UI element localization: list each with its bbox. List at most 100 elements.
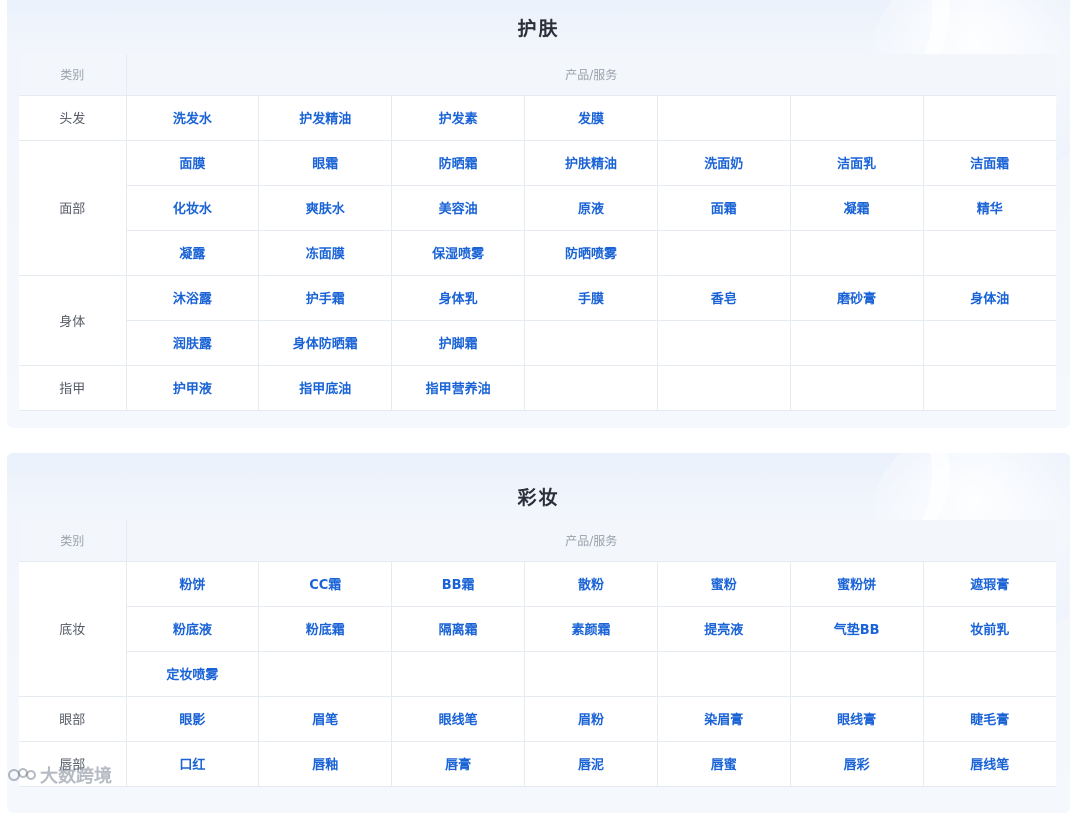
product-link[interactable]: 保湿喷雾 — [391, 229, 526, 276]
product-link[interactable]: 蜜粉饼 — [789, 560, 924, 607]
product-link[interactable]: 气垫BB — [789, 605, 924, 652]
product-link[interactable]: 粉底液 — [126, 605, 260, 652]
product-link[interactable]: 沐浴露 — [125, 274, 260, 321]
table-row: 润肤露 身体防晒霜 护脚霜 — [19, 319, 1056, 366]
table-row: 唇部 口红 唇釉 唇膏 唇泥 唇蜜 唇彩 唇线笔 — [19, 740, 1056, 787]
empty-cell — [656, 319, 791, 366]
product-link[interactable]: 护甲液 — [125, 364, 260, 411]
table-row: 化妆水 爽肤水 美容油 原液 面霜 凝霜 精华 — [19, 184, 1056, 231]
product-link[interactable]: 护手霜 — [258, 274, 393, 321]
product-link[interactable]: CC霜 — [258, 560, 393, 607]
empty-cell — [922, 364, 1056, 411]
category-cell: 底妆 — [19, 560, 127, 697]
product-link[interactable]: 冻面膜 — [258, 229, 393, 276]
table-row: 头发 洗发水 护发精油 护发素 发膜 — [19, 94, 1056, 141]
product-link[interactable]: 散粉 — [524, 560, 658, 607]
empty-cell — [656, 229, 791, 276]
product-link[interactable]: 眉粉 — [524, 695, 658, 742]
product-link[interactable]: 护脚霜 — [391, 319, 526, 366]
product-link[interactable]: 唇膏 — [391, 740, 526, 787]
product-link[interactable]: 精华 — [922, 184, 1056, 231]
empty-cell — [656, 364, 791, 411]
product-link[interactable]: 面膜 — [125, 139, 260, 186]
product-link[interactable]: 口红 — [125, 740, 260, 787]
product-link[interactable]: 素颜霜 — [524, 605, 658, 652]
watermark-text: 大数跨境 — [40, 766, 112, 787]
product-link[interactable]: 身体乳 — [391, 274, 526, 321]
product-link[interactable]: 凝露 — [126, 229, 260, 276]
header-category: 类别 — [19, 520, 127, 562]
product-link[interactable]: 发膜 — [524, 94, 658, 141]
product-link[interactable]: 洁面霜 — [922, 139, 1056, 186]
product-link[interactable]: 唇彩 — [789, 740, 924, 787]
product-link[interactable]: 眼线膏 — [789, 695, 924, 742]
product-link[interactable]: 身体油 — [922, 274, 1056, 321]
header-products: 产品/服务 — [125, 520, 1056, 562]
product-link[interactable]: 眼霜 — [258, 139, 393, 186]
empty-cell — [922, 229, 1056, 276]
product-link[interactable]: 隔离霜 — [391, 605, 526, 652]
product-link[interactable]: 唇线笔 — [922, 740, 1056, 787]
product-link[interactable]: 定妆喷雾 — [126, 650, 260, 697]
product-link[interactable]: 美容油 — [391, 184, 526, 231]
product-link[interactable]: 爽肤水 — [258, 184, 393, 231]
empty-cell — [789, 364, 924, 411]
product-link[interactable]: 提亮液 — [656, 605, 791, 652]
product-link[interactable]: 遮瑕膏 — [922, 560, 1056, 607]
product-link[interactable]: 唇蜜 — [656, 740, 791, 787]
product-link[interactable]: 眉笔 — [258, 695, 393, 742]
empty-cell — [789, 229, 924, 276]
product-link[interactable]: 洗面奶 — [656, 139, 791, 186]
product-link[interactable]: 凝霜 — [789, 184, 924, 231]
product-link[interactable]: 蜜粉 — [656, 560, 791, 607]
product-link[interactable]: 化妆水 — [126, 184, 260, 231]
product-link[interactable]: 润肤露 — [126, 319, 260, 366]
empty-cell — [789, 319, 924, 366]
product-link[interactable]: 眼影 — [125, 695, 260, 742]
product-link[interactable]: 手膜 — [524, 274, 658, 321]
empty-cell — [524, 650, 658, 697]
product-link[interactable]: 护发精油 — [258, 94, 393, 141]
product-link[interactable]: 防晒霜 — [391, 139, 526, 186]
table-row: 面部 面膜 眼霜 防晒霜 护肤精油 洗面奶 洁面乳 洁面霜 — [19, 139, 1056, 276]
product-link[interactable]: 指甲底油 — [258, 364, 393, 411]
product-link[interactable]: 面霜 — [656, 184, 791, 231]
product-link[interactable]: 指甲营养油 — [391, 364, 526, 411]
product-link[interactable]: 眼线笔 — [391, 695, 526, 742]
product-link[interactable]: 洗发水 — [125, 94, 260, 141]
category-cell: 指甲 — [19, 364, 127, 411]
product-link[interactable]: 防晒喷雾 — [524, 229, 658, 276]
table-row: 凝露 冻面膜 保湿喷雾 防晒喷雾 — [19, 229, 1056, 276]
watermark: 大数跨境 — [8, 762, 112, 788]
table-header-row: 类别 产品/服务 — [19, 54, 1056, 96]
product-link[interactable]: 唇泥 — [524, 740, 658, 787]
product-link[interactable]: BB霜 — [391, 560, 526, 607]
empty-cell — [922, 94, 1056, 141]
table-row: 眼部 眼影 眉笔 眼线笔 眉粉 染眉膏 眼线膏 睫毛膏 — [19, 695, 1056, 742]
product-link[interactable]: 身体防晒霜 — [258, 319, 393, 366]
empty-cell — [524, 364, 658, 411]
product-link[interactable]: 妆前乳 — [922, 605, 1056, 652]
empty-cell — [922, 319, 1056, 366]
product-link[interactable]: 染眉膏 — [656, 695, 791, 742]
table-header-row: 类别 产品/服务 — [19, 520, 1056, 562]
header-products: 产品/服务 — [125, 54, 1056, 96]
product-link[interactable]: 磨砂膏 — [789, 274, 924, 321]
product-link[interactable]: 香皂 — [656, 274, 791, 321]
product-link[interactable]: 护发素 — [391, 94, 526, 141]
product-link[interactable]: 洁面乳 — [789, 139, 924, 186]
empty-cell — [258, 650, 393, 697]
product-link[interactable]: 睫毛膏 — [922, 695, 1056, 742]
table-row: 底妆 粉饼 CC霜 BB霜 散粉 蜜粉 蜜粉饼 遮瑕膏 — [19, 560, 1056, 697]
section-title: 护肤 — [517, 18, 560, 40]
product-link[interactable]: 唇釉 — [258, 740, 393, 787]
product-link[interactable]: 粉饼 — [125, 560, 260, 607]
product-link[interactable]: 原液 — [524, 184, 658, 231]
product-link[interactable]: 粉底霜 — [258, 605, 393, 652]
table-row: 指甲 护甲液 指甲底油 指甲营养油 — [19, 364, 1056, 411]
watermark-logo-icon — [8, 768, 36, 781]
product-link[interactable]: 护肤精油 — [524, 139, 658, 186]
empty-cell — [524, 319, 658, 366]
empty-cell — [656, 94, 791, 141]
header-category: 类别 — [19, 54, 127, 96]
